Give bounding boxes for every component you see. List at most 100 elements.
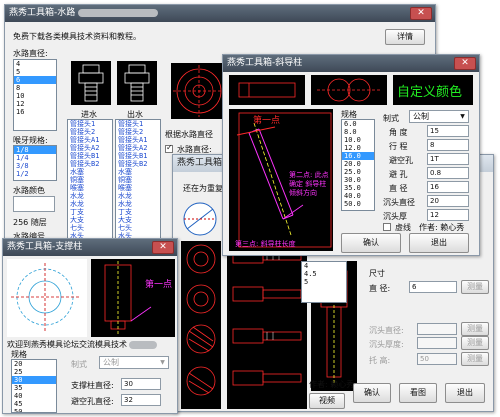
- water-diameter-checkbox[interactable]: [165, 143, 173, 153]
- measure-button-4[interactable]: 测量: [461, 352, 489, 366]
- list-item[interactable]: 12.0: [342, 144, 374, 152]
- close-icon[interactable]: ✕: [152, 241, 174, 254]
- sink-d-input[interactable]: 20: [427, 195, 469, 207]
- exit-button[interactable]: 退出: [445, 383, 485, 403]
- list-item[interactable]: 6: [14, 76, 56, 84]
- inlet-list[interactable]: 管接头1 管接头2 管接头A1 管接头A2 管接头B1 管接头B2 水塞 铜塞 喉塞 水龙 水龙 丁支…: [67, 119, 113, 239]
- diameter-input[interactable]: 6: [409, 281, 457, 293]
- list-item[interactable]: 管接头2: [68, 128, 112, 136]
- sink-d-input[interactable]: [417, 323, 457, 335]
- list-item[interactable]: 5: [302, 278, 346, 286]
- list-item[interactable]: 水龙: [68, 200, 112, 208]
- preset-thumb-2[interactable]: [311, 75, 387, 105]
- dashed-checkbox[interactable]: [383, 223, 391, 231]
- stroke-input[interactable]: 8: [427, 139, 469, 151]
- clearance-input[interactable]: 1T: [427, 153, 469, 165]
- list-item[interactable]: 丁支: [116, 208, 160, 216]
- list-item[interactable]: 25: [12, 368, 56, 376]
- diameter-input[interactable]: 16: [427, 181, 469, 193]
- list-item[interactable]: 45: [12, 400, 56, 408]
- custom-color-swatch[interactable]: 自定义颜色: [393, 75, 473, 105]
- list-item[interactable]: 管接头1: [68, 120, 112, 128]
- list-item[interactable]: 25.0: [342, 168, 374, 176]
- list-item[interactable]: 3/8: [14, 162, 56, 170]
- std-select[interactable]: 公制 ▼: [99, 356, 169, 369]
- list-item[interactable]: 4.5: [302, 270, 346, 278]
- list-item[interactable]: 大支: [68, 216, 112, 224]
- list-item[interactable]: 50: [12, 408, 56, 412]
- list-item[interactable]: 8.0: [342, 128, 374, 136]
- list-item[interactable]: 4: [302, 262, 346, 270]
- top-link[interactable]: 免费下载各类模具技术资料和教程。: [13, 31, 141, 42]
- avoid-d-input[interactable]: 32: [121, 394, 161, 406]
- list-item[interactable]: 管接头A2: [68, 144, 112, 152]
- preview-drawings[interactable]: [227, 241, 307, 409]
- guide-window-titlebar[interactable]: 燕秀工具箱-斜导柱: [223, 55, 479, 72]
- list-item[interactable]: 管接头2: [116, 128, 160, 136]
- list-item[interactable]: 12: [14, 100, 56, 108]
- list-item[interactable]: 铜塞: [116, 176, 160, 184]
- ok-button[interactable]: 确认: [341, 233, 401, 253]
- list-item[interactable]: 水龙: [116, 192, 160, 200]
- angle-input[interactable]: 15: [427, 125, 469, 137]
- list-item[interactable]: 6.0: [342, 120, 374, 128]
- list-item[interactable]: 管接头1: [116, 120, 160, 128]
- list-item[interactable]: 大支: [116, 216, 160, 224]
- list-item[interactable]: 七头: [68, 224, 112, 232]
- list-item[interactable]: 喉塞: [68, 184, 112, 192]
- list-item[interactable]: 喉塞: [116, 184, 160, 192]
- list-item[interactable]: 水龙: [68, 192, 112, 200]
- list-item[interactable]: 8: [14, 84, 56, 92]
- outlet-list[interactable]: 管接头1 管接头2 管接头A1 管接头A2 管接头B1 管接头B2 水塞 铜塞 喉塞 水龙 水龙 丁支…: [115, 119, 161, 239]
- spec-list[interactable]: 2025303540455055: [11, 359, 57, 413]
- tuo-input[interactable]: 50: [417, 353, 457, 365]
- list-item[interactable]: 管接头B2: [116, 160, 160, 168]
- exit-button[interactable]: 退出: [409, 233, 469, 253]
- list-item[interactable]: 10: [14, 92, 56, 100]
- list-item[interactable]: 30.0: [342, 176, 374, 184]
- avoid-input[interactable]: 0.8: [427, 167, 469, 179]
- list-item[interactable]: 七头: [116, 224, 160, 232]
- sink-t-input[interactable]: 12: [427, 209, 469, 221]
- list-item[interactable]: 1/4: [14, 154, 56, 162]
- list-item[interactable]: 4: [14, 60, 56, 68]
- list-item[interactable]: 50.0: [342, 200, 374, 208]
- list-item[interactable]: 水龙: [116, 200, 160, 208]
- welcome-link[interactable]: 欢迎到燕秀模具论坛交流模具技术: [7, 339, 157, 350]
- measure-button-1[interactable]: 测量: [461, 280, 489, 294]
- list-item[interactable]: 水塞: [116, 168, 160, 176]
- support-d-input[interactable]: 30: [121, 378, 161, 390]
- video-button[interactable]: 视频: [309, 393, 345, 409]
- list-item[interactable]: 10.0: [342, 136, 374, 144]
- spec-list[interactable]: 6.0 8.0 10.0 12.0 16.0 20.0 25.0 30.0 35.0 40.0 50…: [341, 119, 375, 211]
- color-swatch[interactable]: [13, 196, 55, 212]
- list-item[interactable]: 35.0: [342, 184, 374, 192]
- list-item[interactable]: 1/8: [14, 146, 56, 154]
- support-side-view[interactable]: 第一点: [91, 259, 175, 337]
- close-icon[interactable]: ✕: [454, 57, 476, 70]
- view-button[interactable]: 看图: [399, 383, 437, 403]
- list-item[interactable]: 丁支: [68, 208, 112, 216]
- std-select[interactable]: 公制 ▼: [409, 110, 469, 123]
- list-item[interactable]: 5: [14, 68, 56, 76]
- close-icon[interactable]: ✕: [410, 7, 432, 20]
- list-item[interactable]: 管接头A1: [68, 136, 112, 144]
- list-item[interactable]: 铜塞: [68, 176, 112, 184]
- list-item[interactable]: 管接头B1: [116, 152, 160, 160]
- list-item[interactable]: 16: [14, 108, 56, 116]
- list-item[interactable]: 管接头A1: [116, 136, 160, 144]
- list-item[interactable]: 40.0: [342, 192, 374, 200]
- list-item[interactable]: 16.0: [342, 152, 374, 160]
- support-window-titlebar[interactable]: 燕秀工具箱-支撑柱: [3, 239, 177, 256]
- thread-list[interactable]: 1/8 1/4 3/8 1/2: [13, 145, 57, 181]
- support-top-view[interactable]: [7, 259, 87, 337]
- list-item[interactable]: 40: [12, 392, 56, 400]
- list-item[interactable]: 管接头B1: [68, 152, 112, 160]
- spec-list[interactable]: 4 4.5 5: [301, 261, 347, 303]
- diameter-list[interactable]: 4 5 6 8 10 12 16: [13, 59, 57, 131]
- list-item[interactable]: 管接头B2: [68, 160, 112, 168]
- ok-button[interactable]: 确认: [353, 383, 391, 403]
- water-window-titlebar[interactable]: 燕秀工具箱-水路: [5, 5, 435, 22]
- list-item[interactable]: 20.0: [342, 160, 374, 168]
- preview-circle-1[interactable]: [181, 201, 219, 237]
